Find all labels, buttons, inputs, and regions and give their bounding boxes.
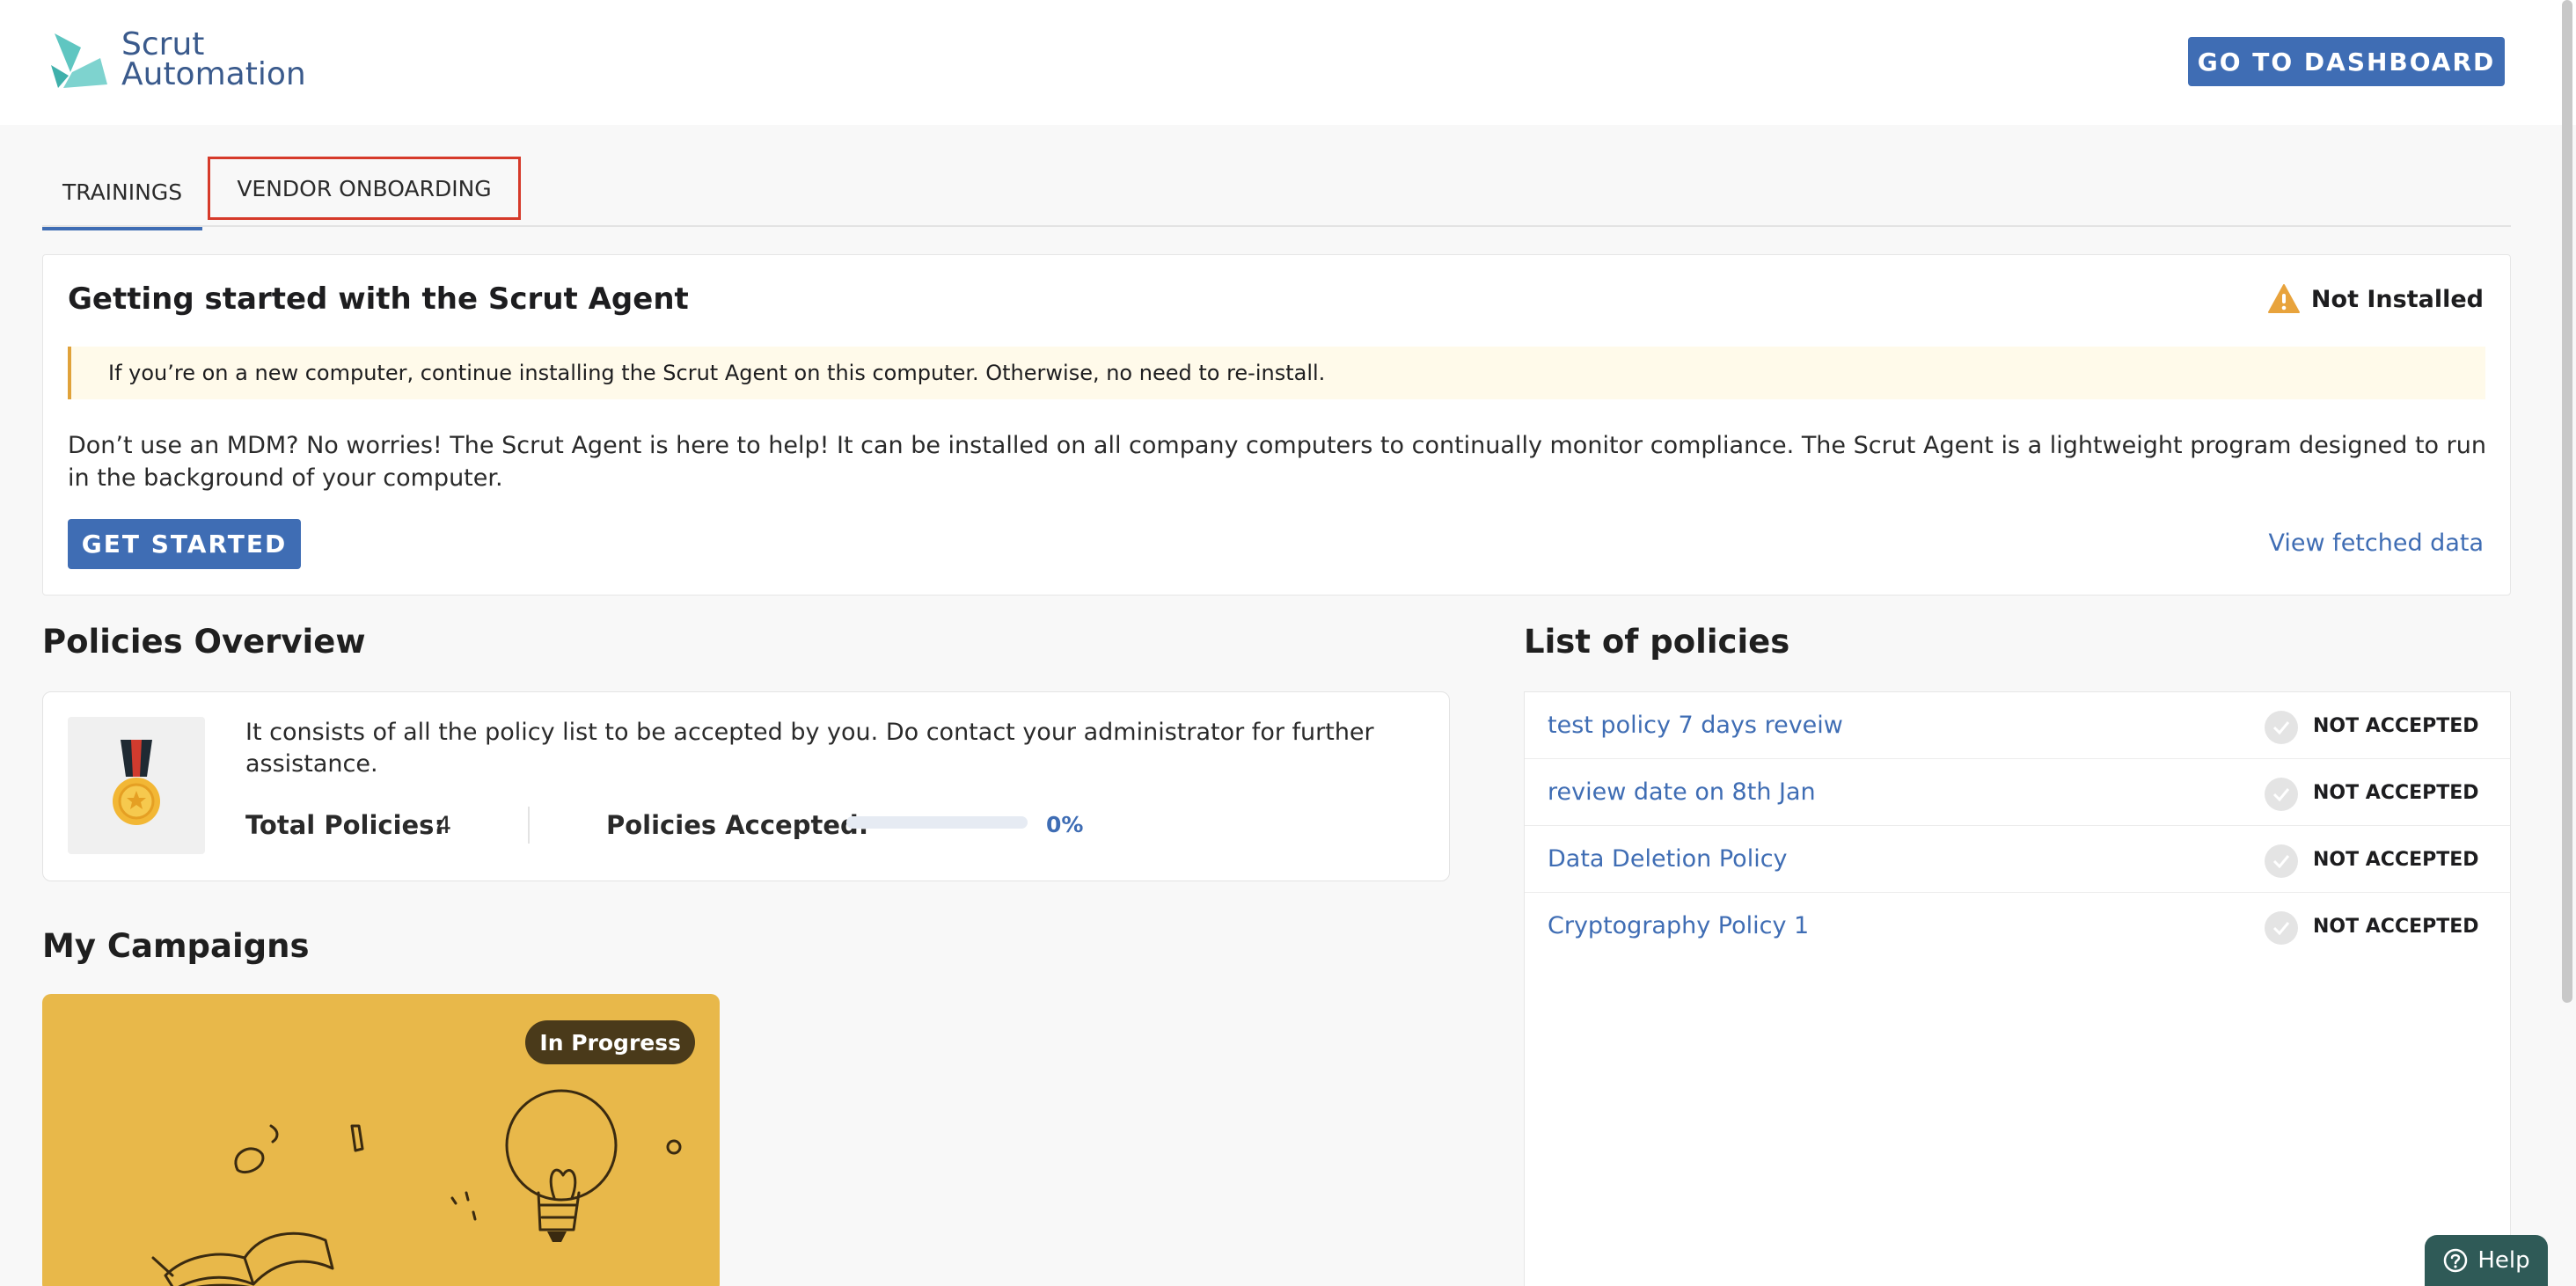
top-header: Scrut Automation GO TO DASHBOARD <box>0 0 2576 125</box>
medal-image <box>68 717 205 854</box>
question-circle-icon <box>2444 1248 2468 1273</box>
policy-status: NOT ACCEPTED <box>2313 782 2479 804</box>
tab-vendor-onboarding[interactable]: VENDOR ONBOARDING <box>208 157 521 220</box>
go-to-dashboard-button[interactable]: GO TO DASHBOARD <box>2188 37 2505 86</box>
policies-accepted-progress <box>846 816 1028 829</box>
check-circle-icon <box>2265 844 2298 878</box>
help-button[interactable]: Help <box>2425 1235 2548 1286</box>
campaign-card[interactable]: In Progress <box>42 994 720 1286</box>
tab-bar: TRAININGS VENDOR ONBOARDING <box>42 151 2511 230</box>
policy-name-link[interactable]: review date on 8th Jan <box>1548 778 1816 806</box>
policy-name-link[interactable]: Cryptography Policy 1 <box>1548 912 1809 939</box>
logo-line-2: Automation <box>121 56 306 92</box>
agent-description: Don’t use an MDM? No worries! The Scrut … <box>68 432 2486 492</box>
tab-trainings[interactable]: TRAININGS <box>42 157 202 230</box>
policy-row[interactable]: test policy 7 days reveiw NOT ACCEPTED <box>1525 692 2510 759</box>
check-circle-icon <box>2265 711 2298 744</box>
agent-status-text: Not Installed <box>2310 285 2484 313</box>
policy-row[interactable]: Data Deletion Policy NOT ACCEPTED <box>1525 826 2510 893</box>
policy-status: NOT ACCEPTED <box>2313 715 2479 737</box>
page-scrollbar[interactable] <box>2562 0 2572 1003</box>
stat-divider <box>528 807 530 844</box>
policies-accepted-percent: 0% <box>1046 812 1084 837</box>
get-started-button[interactable]: GET STARTED <box>68 519 301 569</box>
policy-status: NOT ACCEPTED <box>2313 916 2479 938</box>
total-policies-value: 4 <box>436 812 452 839</box>
medal-icon <box>113 740 160 825</box>
policy-row[interactable]: Cryptography Policy 1 NOT ACCEPTED <box>1525 893 2510 960</box>
list-of-policies-title: List of policies <box>1524 623 1790 661</box>
overview-description: It consists of all the policy list to be… <box>245 719 1374 778</box>
policy-status: NOT ACCEPTED <box>2313 849 2479 871</box>
policies-overview-title: Policies Overview <box>42 623 366 661</box>
scrut-logo[interactable]: Scrut Automation <box>46 26 306 93</box>
scrut-agent-card: Getting started with the Scrut Agent Not… <box>42 254 2511 596</box>
my-campaigns-title: My Campaigns <box>42 927 310 965</box>
policy-name-link[interactable]: test policy 7 days reveiw <box>1548 712 1843 739</box>
policies-overview-card: It consists of all the policy list to be… <box>42 691 1450 881</box>
logo-line-1: Scrut <box>121 26 205 62</box>
policy-list: test policy 7 days reveiw NOT ACCEPTED r… <box>1524 691 2511 1286</box>
campaign-status-badge: In Progress <box>525 1020 695 1064</box>
agent-card-title: Getting started with the Scrut Agent <box>68 281 689 317</box>
agent-status: Not Installed <box>2267 283 2484 315</box>
warning-icon <box>2267 284 2300 313</box>
policy-row[interactable]: review date on 8th Jan NOT ACCEPTED <box>1525 759 2510 826</box>
scrut-logo-icon <box>51 33 107 88</box>
total-policies-label: Total Policies: <box>245 810 445 840</box>
agent-notice: If you’re on a new computer, continue in… <box>68 347 2485 399</box>
policy-name-link[interactable]: Data Deletion Policy <box>1548 845 1788 873</box>
check-circle-icon <box>2265 911 2298 945</box>
help-label: Help <box>2477 1247 2530 1274</box>
logo-wordmark: Scrut Automation <box>121 26 306 92</box>
view-fetched-data-link[interactable]: View fetched data <box>2269 530 2484 557</box>
check-circle-icon <box>2265 778 2298 811</box>
policies-accepted-label: Policies Accepted: <box>606 810 869 840</box>
